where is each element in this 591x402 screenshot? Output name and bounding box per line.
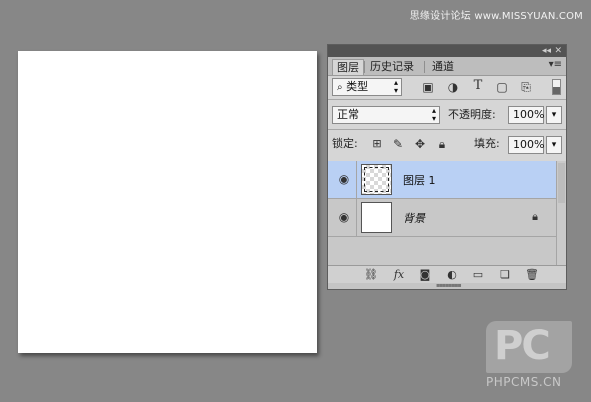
lock-transparent-pixels-icon[interactable]: ⊞ <box>370 137 384 151</box>
adjustment-filter-icon[interactable]: ◑ <box>446 80 460 94</box>
opacity-input[interactable]: 100% <box>508 106 544 124</box>
fill-label: 填充: <box>474 137 500 150</box>
fill-input[interactable]: 100% <box>508 136 544 154</box>
pc-logo: PC <box>486 321 572 373</box>
up-down-arrows-icon: ▴ ▾ <box>393 78 398 95</box>
column-divider <box>356 161 357 199</box>
lock-label: 锁定: <box>332 137 358 150</box>
site-watermark: PHPCMS.CN <box>486 375 562 389</box>
tab-divider <box>364 61 365 73</box>
type-filter-icon[interactable]: T <box>471 79 485 93</box>
panel-menu-icon[interactable]: ▾≡ <box>549 59 562 70</box>
collapse-panel-icon[interactable]: ◂◂ <box>542 45 551 57</box>
layers-panel: ◂◂ ✕ 图层 历史记录 通道 ▾≡ ⌕ 类型 ▴ ▾ ▣ ◑ T ▢ ⎘ 正常 … <box>327 44 567 290</box>
tab-channels[interactable]: 通道 <box>428 59 458 75</box>
mask-icon[interactable]: ◙ <box>418 268 432 282</box>
layer-thumbnail[interactable] <box>361 202 392 233</box>
tab-history[interactable]: 历史记录 <box>366 59 418 75</box>
lock-position-icon[interactable]: ✥ <box>413 137 427 151</box>
watermark-top: 思缘设计论坛 www.MISSYUAN.COM <box>409 11 583 22</box>
lock-image-pixels-icon[interactable]: ✎ <box>391 137 405 151</box>
trash-icon[interactable]: 🗑︎ <box>525 268 539 282</box>
panel-tabs: 图层 历史记录 通道 ▾≡ <box>328 57 566 76</box>
search-icon: ⌕ <box>337 82 343 93</box>
tab-divider <box>424 61 425 73</box>
tab-layers[interactable]: 图层 <box>332 59 364 75</box>
opacity-dropdown-button[interactable]: ▾ <box>546 106 562 124</box>
link-icon[interactable]: ⛓ <box>364 268 378 282</box>
up-down-arrows-icon: ▴ ▾ <box>431 106 436 123</box>
image-filter-icon[interactable]: ▣ <box>421 80 435 94</box>
fx-icon[interactable]: fx <box>390 268 408 282</box>
folder-icon[interactable]: ▭ <box>471 268 485 282</box>
filter-toggle-switch[interactable] <box>552 79 561 95</box>
switch-knob <box>553 87 560 94</box>
layers-list: ◉ 图层 1 ◉ 背景 🔒︎ <box>328 161 556 265</box>
blend-row: 正常 ▴ ▾ 不透明度: 100% ▾ <box>328 102 566 126</box>
column-divider <box>356 199 357 237</box>
lock-all-icon[interactable]: 🔒︎ <box>435 137 449 151</box>
close-panel-icon[interactable]: ✕ <box>554 45 562 57</box>
layer-row-background[interactable]: ◉ 背景 🔒︎ <box>328 199 556 237</box>
layer-row-layer-1[interactable]: ◉ 图层 1 <box>328 161 556 199</box>
fill-dropdown-button[interactable]: ▾ <box>546 136 562 154</box>
opacity-label: 不透明度: <box>448 108 496 121</box>
new-layer-icon[interactable]: ❏ <box>498 268 512 282</box>
filter-type-value: 类型 <box>346 80 369 93</box>
filter-row: ⌕ 类型 ▴ ▾ ▣ ◑ T ▢ ⎘ <box>328 76 566 98</box>
visibility-eye-icon[interactable]: ◉ <box>336 172 352 186</box>
blend-mode-select[interactable]: 正常 ▴ ▾ <box>332 106 440 124</box>
filter-type-select[interactable]: ⌕ 类型 ▴ ▾ <box>332 78 402 96</box>
scrollbar-thumb[interactable] <box>558 163 565 203</box>
visibility-eye-icon[interactable]: ◉ <box>336 210 352 224</box>
smart-object-filter-icon[interactable]: ⎘ <box>519 80 533 94</box>
adjustment-icon[interactable]: ◐ <box>445 268 459 282</box>
logo-letters: PC <box>494 323 551 369</box>
lock-row: 锁定: ⊞ ✎ ✥ 🔒︎ 填充: 100% ▾ <box>328 131 566 157</box>
divider <box>328 129 566 130</box>
layers-scrollbar[interactable] <box>556 161 566 265</box>
layer-name[interactable]: 背景 <box>403 210 425 226</box>
document-canvas[interactable] <box>18 51 317 353</box>
panel-title-bar[interactable]: ◂◂ ✕ <box>328 45 566 57</box>
layer-name[interactable]: 图层 1 <box>403 172 436 188</box>
layer-thumbnail[interactable] <box>361 164 392 195</box>
grip-dots: ▪▪▪▪▪▪▪▪ <box>436 282 462 289</box>
shape-filter-icon[interactable]: ▢ <box>495 80 509 94</box>
blend-mode-value: 正常 <box>337 108 359 121</box>
divider <box>328 99 566 100</box>
resize-grip[interactable]: ▪▪▪▪▪▪▪▪ <box>328 283 566 289</box>
lock-icon[interactable]: 🔒︎ <box>532 210 538 224</box>
